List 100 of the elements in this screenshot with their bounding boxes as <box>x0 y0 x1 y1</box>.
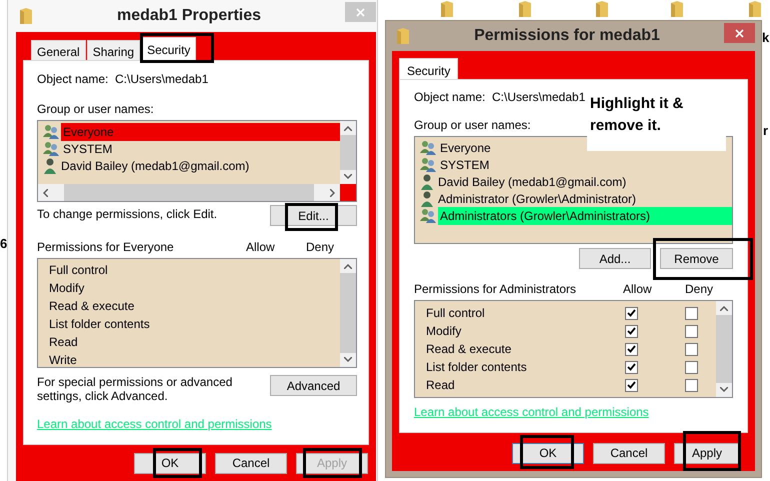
checkbox[interactable] <box>625 306 638 320</box>
user-group-icon <box>43 124 59 139</box>
chevron-left-icon[interactable] <box>43 188 48 196</box>
list-item[interactable]: David Bailey (medab1@gmail.com) <box>59 156 340 174</box>
check-icon <box>627 363 636 371</box>
desktop-label: r <box>763 122 768 140</box>
folder-icon <box>518 0 532 18</box>
chevron-down-icon[interactable] <box>720 387 728 392</box>
desktop-label: 6 <box>0 235 8 253</box>
folder-icon <box>440 0 454 18</box>
dialog-button[interactable]: Remove <box>660 248 733 269</box>
object-name: C:\Users\medab1 <box>492 89 586 106</box>
field-label: Object name: <box>414 89 486 106</box>
vertical-scrollbar[interactable] <box>716 301 732 397</box>
check-icon <box>627 381 636 389</box>
folder-icon <box>396 27 410 45</box>
list-item[interactable]: David Bailey (medab1@gmail.com) <box>436 172 626 190</box>
permission-name: Modify <box>426 323 462 340</box>
tab[interactable]: General <box>31 40 86 60</box>
chevron-right-icon[interactable] <box>330 188 335 196</box>
dialog-button[interactable]: Cancel <box>215 452 287 474</box>
column-header: Deny <box>685 281 714 298</box>
permission-name: Read & execute <box>426 341 512 358</box>
list-item[interactable]: Everyone <box>61 122 340 140</box>
chevron-up-icon[interactable] <box>720 306 728 311</box>
chevron-down-icon[interactable] <box>344 357 352 362</box>
permission-name: Read <box>426 377 456 394</box>
object-name: C:\Users\medab1 <box>115 71 208 88</box>
permission-name: List folder contents <box>49 316 151 333</box>
permission-name: Modify <box>49 280 86 297</box>
close-button[interactable] <box>724 23 755 43</box>
scrollbar-thumb[interactable] <box>340 135 356 170</box>
permission-name: Write <box>49 352 78 369</box>
section-label: Permissions for Administrators <box>414 281 578 298</box>
scrollbar-thumb[interactable] <box>716 315 732 383</box>
desktop-label: k <box>762 29 770 47</box>
permission-name: Read & execute <box>49 298 136 315</box>
checkbox[interactable] <box>685 306 698 320</box>
chevron-up-icon[interactable] <box>344 264 352 269</box>
check-icon <box>627 309 636 317</box>
tab[interactable]: Sharing <box>86 40 140 60</box>
folder-icon <box>670 0 684 18</box>
section-label: Group or user names: <box>37 101 154 118</box>
user-group-icon <box>43 141 59 156</box>
checkbox[interactable] <box>685 378 698 392</box>
column-header: Deny <box>306 239 334 256</box>
dialog-button[interactable]: Advanced <box>270 375 357 396</box>
user-group-icon <box>420 157 436 172</box>
list-item[interactable]: Administrator (Growler\Administrator) <box>436 190 636 208</box>
list-item[interactable]: SYSTEM <box>61 140 340 158</box>
chevron-up-icon[interactable] <box>344 126 352 131</box>
dialog-button[interactable]: OK <box>134 452 206 474</box>
dialog-button[interactable]: Add... <box>579 248 651 269</box>
dialog-button[interactable]: OK <box>512 442 584 464</box>
hint-text: For special permissions or advanced settings, click Advanced. <box>37 375 234 403</box>
hint-text: To change permissions, click Edit. <box>37 206 218 223</box>
close-icon <box>356 8 365 16</box>
list-item[interactable]: Everyone <box>438 138 491 156</box>
checkbox[interactable] <box>685 360 698 374</box>
checkbox[interactable] <box>625 360 638 374</box>
window-title: Permissions for medab1 <box>473 26 661 46</box>
dialog-button[interactable]: Apply <box>674 442 740 464</box>
checkbox[interactable] <box>625 324 638 338</box>
user-icon <box>43 158 57 174</box>
folder-icon <box>19 7 33 25</box>
list-item[interactable]: SYSTEM <box>438 156 490 174</box>
column-header: Allow <box>623 281 653 298</box>
user-group-icon <box>420 140 436 155</box>
checkbox[interactable] <box>685 342 698 356</box>
tab[interactable]: Security <box>399 58 458 79</box>
dialog-button[interactable]: Edit... <box>270 205 357 226</box>
section-label: Group or user names: <box>414 117 531 134</box>
user-icon <box>420 190 434 206</box>
window-title: medab1 Properties <box>116 6 262 26</box>
list-item[interactable]: Administrators (Growler\Administrators) <box>438 206 732 224</box>
tab[interactable]: Security <box>141 37 196 60</box>
vertical-scrollbar[interactable] <box>340 121 356 184</box>
check-icon <box>627 345 636 353</box>
checkbox[interactable] <box>625 342 638 356</box>
permission-name: Read <box>49 334 79 351</box>
checkbox[interactable] <box>685 324 698 338</box>
permission-name: Full control <box>426 305 486 322</box>
permission-name: List folder contents <box>426 359 528 376</box>
checkbox[interactable] <box>625 378 638 392</box>
scrollbar-thumb[interactable] <box>340 273 356 353</box>
scrollbar-thumb[interactable] <box>64 184 314 201</box>
vertical-scrollbar[interactable] <box>340 259 356 367</box>
scrollbar-corner <box>340 184 356 201</box>
field-label: Object name: <box>37 71 110 88</box>
user-group-icon <box>420 208 436 223</box>
close-icon <box>735 28 744 38</box>
dialog-button[interactable]: Cancel <box>593 442 665 464</box>
folder-icon <box>595 0 609 18</box>
permission-name: Full control <box>49 262 109 279</box>
check-icon <box>627 327 636 335</box>
column-header: Allow <box>246 239 276 256</box>
section-label: Permissions for Everyone <box>37 239 175 256</box>
user-icon <box>420 174 434 190</box>
chevron-down-icon[interactable] <box>344 174 352 179</box>
horizontal-scrollbar[interactable] <box>38 184 340 201</box>
